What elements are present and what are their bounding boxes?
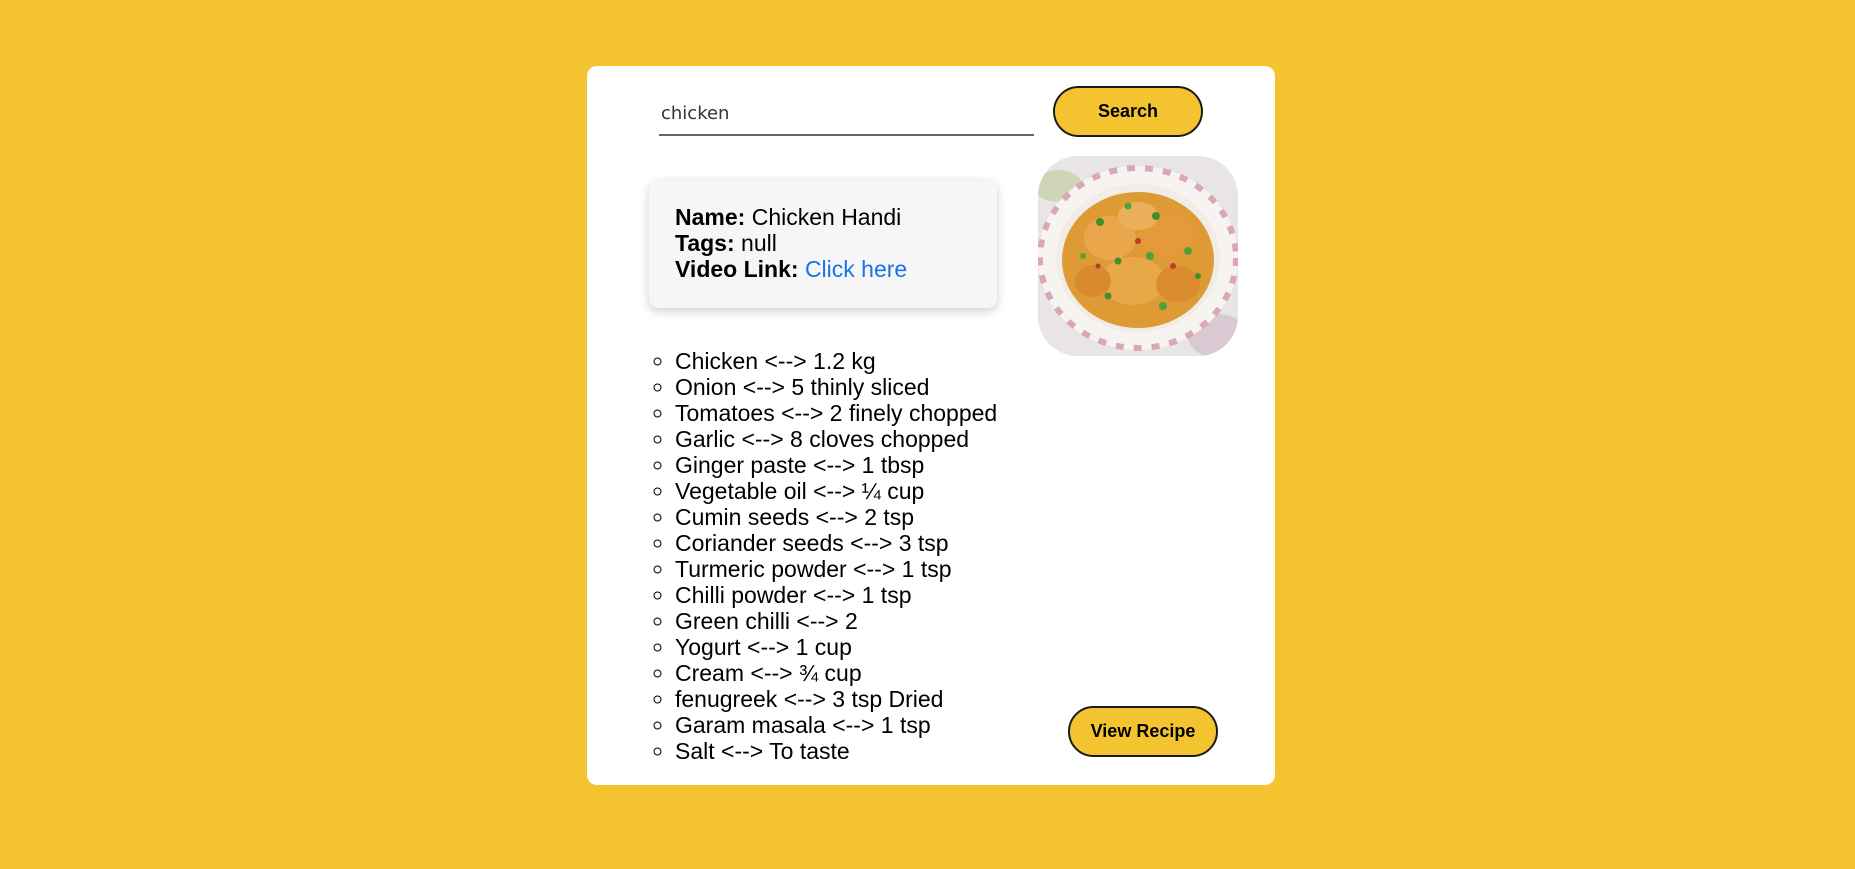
ingredient-item: Tomatoes <--> 2 finely chopped: [675, 400, 997, 426]
recipe-video-row: Video Link: Click here: [675, 256, 971, 282]
name-label: Name:: [675, 204, 746, 230]
ingredient-item: Cream <--> ¾ cup: [675, 660, 997, 686]
ingredient-item: Coriander seeds <--> 3 tsp: [675, 530, 997, 556]
view-recipe-button[interactable]: View Recipe: [1068, 706, 1218, 757]
recipe-tags-row: Tags: null: [675, 230, 971, 256]
recipe-name: Chicken Handi: [751, 204, 902, 230]
ingredient-item: Yogurt <--> 1 cup: [675, 634, 997, 660]
tags-label: Tags:: [675, 230, 735, 256]
recipe-image: [1038, 156, 1238, 356]
recipe-tags: null: [741, 230, 777, 256]
recipe-name-row: Name: Chicken Handi: [675, 204, 971, 230]
ingredient-item: Garlic <--> 8 cloves chopped: [675, 426, 997, 452]
ingredient-list: Chicken <--> 1.2 kgOnion <--> 5 thinly s…: [649, 348, 997, 764]
ingredient-item: Cumin seeds <--> 2 tsp: [675, 504, 997, 530]
ingredient-item: Chilli powder <--> 1 tsp: [675, 582, 997, 608]
search-input[interactable]: [659, 92, 1034, 136]
search-button[interactable]: Search: [1053, 86, 1203, 137]
ingredient-item: Green chilli <--> 2: [675, 608, 997, 634]
ingredient-item: Garam masala <--> 1 tsp: [675, 712, 997, 738]
ingredient-item: Ginger paste <--> 1 tbsp: [675, 452, 997, 478]
video-link-label: Video Link:: [675, 256, 799, 282]
ingredient-item: Chicken <--> 1.2 kg: [675, 348, 997, 374]
ingredient-item: Vegetable oil <--> ¼ cup: [675, 478, 997, 504]
recipe-card: Search Name: Chicken Handi Tags: null Vi…: [587, 66, 1275, 785]
recipe-info-box: Name: Chicken Handi Tags: null Video Lin…: [649, 180, 997, 308]
ingredient-item: fenugreek <--> 3 tsp Dried: [675, 686, 997, 712]
ingredient-item: Onion <--> 5 thinly sliced: [675, 374, 997, 400]
ingredient-item: Salt <--> To taste: [675, 738, 997, 764]
video-link[interactable]: Click here: [805, 256, 907, 282]
ingredient-item: Turmeric powder <--> 1 tsp: [675, 556, 997, 582]
